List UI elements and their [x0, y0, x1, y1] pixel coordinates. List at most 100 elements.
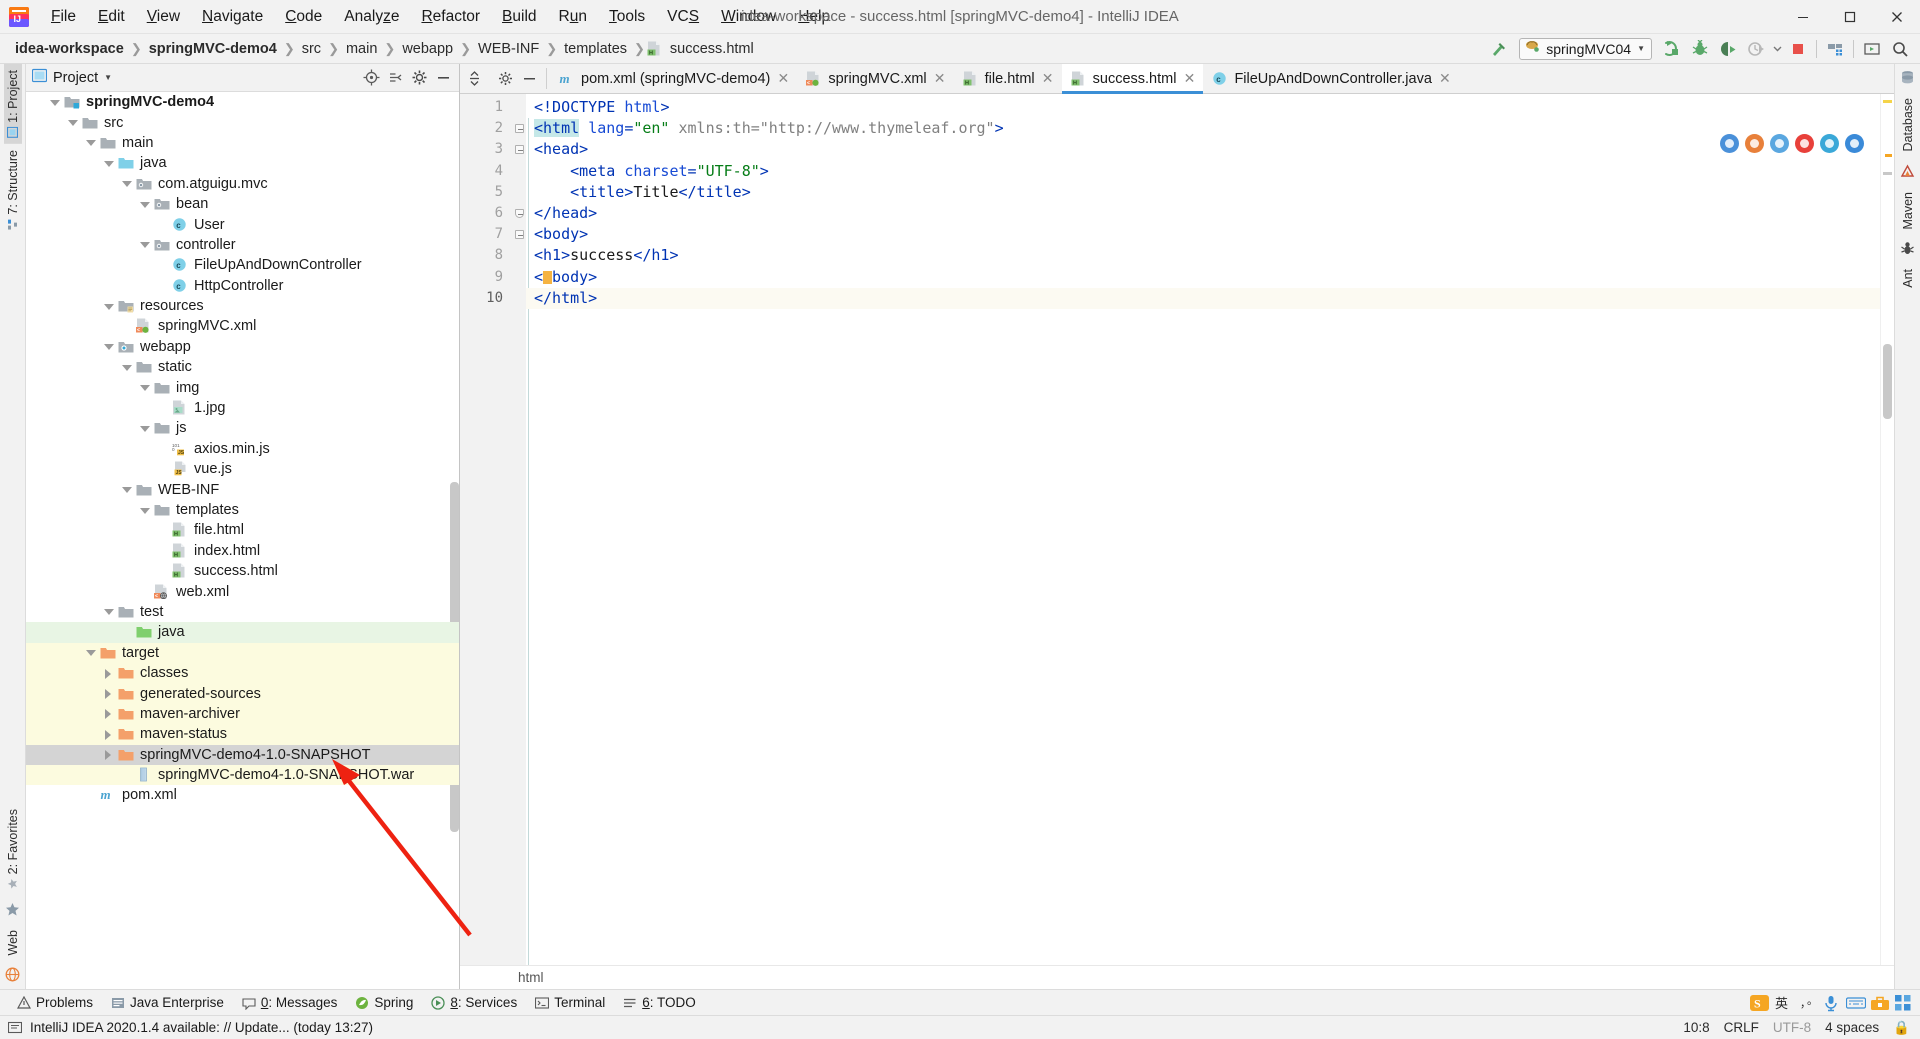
tree-row[interactable]: springMVC-demo4-1.0-SNAPSHOT [26, 744, 459, 765]
breadcrumb-item-success-html[interactable]: Hsuccess.html [647, 39, 759, 59]
sidebar-item-favorites[interactable]: 2: Favorites [4, 803, 22, 895]
line-number[interactable]: 4 [460, 161, 512, 182]
menu-tools[interactable]: Tools [598, 5, 656, 29]
code-line[interactable]: <!DOCTYPE html> [526, 97, 1880, 118]
code-line[interactable]: <body> [526, 267, 1880, 288]
target-crosshair-icon[interactable] [359, 67, 383, 89]
caret-marker[interactable] [1883, 172, 1892, 175]
tree-row[interactable]: 101 0 JS axios.min.js [26, 439, 459, 459]
tree-row[interactable]: img [26, 377, 459, 397]
menu-refactor[interactable]: Refactor [410, 5, 491, 29]
fold-column[interactable] [512, 94, 526, 965]
run-coverage-icon[interactable] [1714, 36, 1742, 62]
screen-icon[interactable] [1858, 36, 1886, 62]
debug-bug-icon[interactable] [1686, 36, 1714, 62]
line-number[interactable]: 10 [460, 288, 512, 309]
editor-tab-file-html[interactable]: Hfile.html ✕ [954, 64, 1062, 93]
tree-row[interactable]: JS vue.js [26, 459, 459, 479]
breadcrumb-item-main[interactable]: main [341, 39, 382, 59]
sidebar-item-ant[interactable]: Ant [1899, 263, 1917, 294]
tree-row[interactable]: test [26, 602, 459, 622]
file-encoding[interactable]: UTF-8 [1773, 1020, 1811, 1035]
editor-tab-fileupanddowncontroller-java[interactable]: c FileUpAndDownController.java ✕ [1203, 64, 1458, 93]
breadcrumb-item-web-inf[interactable]: WEB-INF [473, 39, 544, 59]
breadcrumb-item-webapp[interactable]: webapp [397, 39, 458, 59]
close-icon[interactable]: ✕ [933, 70, 947, 87]
tool-window-8-services[interactable]: 8: Services [422, 993, 526, 1012]
maven-icon[interactable] [1900, 164, 1916, 180]
status-message[interactable]: IntelliJ IDEA 2020.1.4 available: // Upd… [30, 1020, 373, 1035]
breadcrumb-item-idea-workspace[interactable]: idea-workspace [10, 39, 129, 59]
chevron-down-icon[interactable] [122, 179, 132, 188]
warning-marker[interactable] [1885, 154, 1892, 157]
tree-row[interactable]: < web.xml [26, 581, 459, 601]
ime-punctuation-icon[interactable]: ，。 [1798, 994, 1818, 1012]
sogou-ime-icon[interactable]: S [1750, 994, 1769, 1012]
tool-window-6-todo[interactable]: 6: TODO [614, 993, 705, 1012]
profiler-chevron-icon[interactable] [1770, 36, 1784, 62]
run-configuration-selector[interactable]: springMVC04 ▼ [1519, 37, 1652, 60]
code-text-area[interactable]: <!DOCTYPE html> <html lang="en" xmlns:th=… [526, 94, 1880, 965]
tool-window-spring[interactable]: Spring [346, 993, 422, 1012]
menu-analyze[interactable]: Analyze [333, 5, 410, 29]
menu-run[interactable]: Run [548, 5, 598, 29]
close-icon[interactable]: ✕ [1182, 70, 1196, 87]
tree-row[interactable]: bean [26, 194, 459, 214]
chevron-right-icon[interactable] [104, 729, 113, 740]
tree-row[interactable]: maven-archiver [26, 703, 459, 725]
chevron-down-icon[interactable] [104, 342, 114, 351]
sidebar-item-maven[interactable]: Maven [1899, 186, 1917, 236]
sidebar-item-web[interactable]: Web [4, 924, 22, 961]
gear-icon[interactable] [493, 67, 517, 91]
fold-marker-html[interactable] [512, 118, 526, 139]
chevron-down-icon[interactable] [104, 607, 114, 616]
line-number[interactable]: 1 [460, 97, 512, 118]
tree-row[interactable]: 1.jpg [26, 398, 459, 418]
search-icon[interactable] [1886, 36, 1914, 62]
tree-row[interactable]: c User [26, 214, 459, 234]
code-editor[interactable]: 1 2 3 4 5 6 7 8 9 10 <!DOCTYPE html> <html lang="e… [460, 94, 1894, 965]
event-log-icon[interactable] [8, 1021, 22, 1035]
close-button[interactable] [1873, 0, 1920, 34]
minimize-icon[interactable] [517, 67, 541, 91]
line-separator[interactable]: CRLF [1724, 1020, 1759, 1035]
menu-build[interactable]: Build [491, 5, 547, 29]
tree-row[interactable]: m pom.xml [26, 785, 459, 805]
tree-row[interactable]: src [26, 112, 459, 132]
chevron-right-icon[interactable] [104, 689, 113, 700]
editor-tab-springmvc-xml[interactable]: < springMVC.xml ✕ [797, 64, 953, 93]
tree-row[interactable]: java [26, 153, 459, 173]
favorites-star-icon-2[interactable] [5, 902, 21, 918]
line-number[interactable]: 8 [460, 245, 512, 266]
code-line[interactable]: <body> [526, 224, 1880, 245]
tree-row[interactable]: c FileUpAndDownController [26, 255, 459, 275]
run-icon[interactable] [1658, 36, 1686, 62]
code-line[interactable]: </html> [526, 287, 1880, 309]
chevron-right-icon[interactable] [104, 750, 113, 761]
chevron-down-icon[interactable] [140, 506, 150, 515]
error-stripe-marker-column[interactable] [1880, 94, 1894, 965]
tree-row[interactable]: java [26, 622, 459, 643]
close-icon[interactable]: ✕ [1041, 70, 1055, 87]
todo-marker[interactable] [1883, 100, 1892, 103]
stop-square-icon[interactable] [1784, 36, 1812, 62]
chevron-down-icon[interactable] [140, 383, 150, 392]
tree-row[interactable]: main [26, 133, 459, 153]
close-icon[interactable]: ✕ [1438, 70, 1452, 87]
tool-window-java-enterprise[interactable]: Java Enterprise [102, 993, 233, 1012]
line-number[interactable]: 6 [460, 203, 512, 224]
chevron-down-icon[interactable] [50, 98, 60, 107]
code-line[interactable]: <h1>success</h1> [526, 245, 1880, 266]
tree-row[interactable]: js [26, 418, 459, 438]
tree-row[interactable]: < springMVC.xml [26, 316, 459, 336]
project-tree[interactable]: springMVC-demo4 src main java com.atguigu.mv… [26, 92, 459, 989]
tree-row[interactable]: webapp [26, 337, 459, 357]
tool-window-problems[interactable]: Problems [8, 993, 102, 1012]
lock-icon[interactable]: 🔒 [1893, 1020, 1910, 1036]
chevron-down-icon[interactable] [68, 118, 78, 127]
microphone-icon[interactable] [1822, 994, 1840, 1012]
tree-row[interactable]: Hsuccess.html [26, 561, 459, 581]
tree-row[interactable]: c HttpController [26, 276, 459, 296]
web-icon[interactable] [5, 967, 21, 983]
tree-row[interactable]: com.atguigu.mvc [26, 174, 459, 194]
